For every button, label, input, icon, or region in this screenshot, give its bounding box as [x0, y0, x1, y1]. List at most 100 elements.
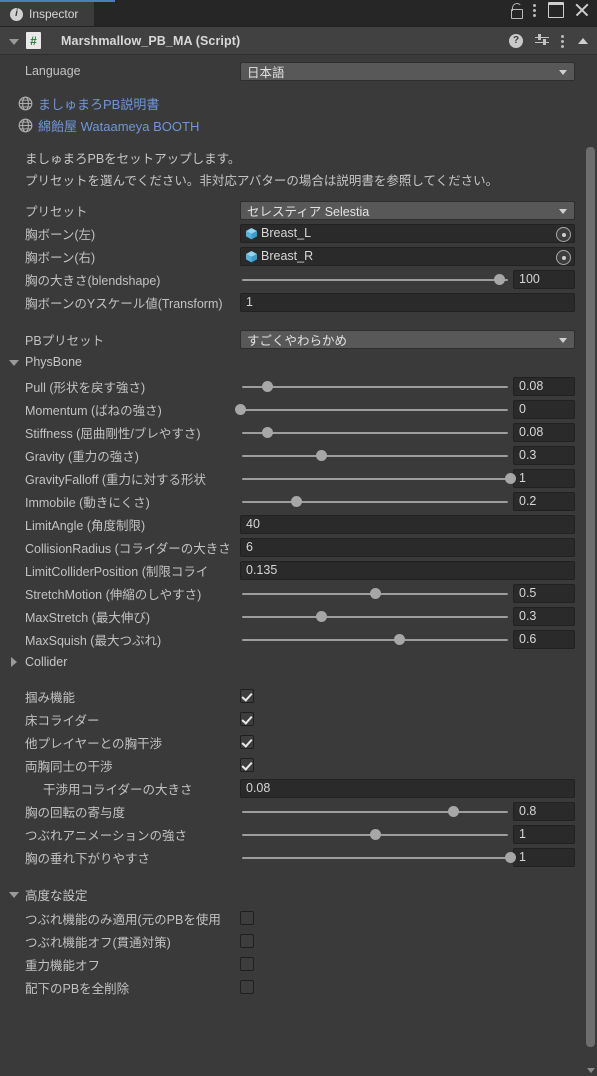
preset-icon[interactable] [535, 34, 549, 48]
physbone-foldout-arrow[interactable] [8, 356, 20, 368]
row-pb-preset: PBプリセット すごくやわらかめ [0, 329, 597, 349]
feature-toggle-checkbox[interactable] [240, 758, 254, 772]
physbone-param-value[interactable]: 0.3 [513, 445, 575, 465]
physbone-param-label: GravityFalloff (重力に対する形状 [25, 472, 207, 487]
advanced-toggle-checkbox[interactable] [240, 980, 254, 994]
pb-preset-dropdown[interactable]: すごくやわらかめ [240, 329, 575, 349]
slider-knob[interactable] [393, 633, 405, 645]
language-dropdown[interactable]: 日本語 [240, 61, 575, 81]
slider-track [242, 615, 508, 618]
slider-knob[interactable] [315, 610, 327, 622]
physbone-param-field[interactable]: 0.135 [240, 560, 575, 580]
advanced-toggle-checkbox[interactable] [240, 957, 254, 971]
slider-knob[interactable] [504, 851, 516, 863]
physbone-param-slider[interactable] [240, 469, 516, 488]
extra-param-label: 胸の回転の寄与度 [25, 805, 126, 820]
extra-param-slider[interactable] [240, 825, 510, 844]
scrollbar-thumb[interactable] [586, 147, 595, 1047]
collapse-arrow-icon[interactable] [577, 35, 589, 47]
physbone-param-value[interactable]: 0.08 [513, 376, 575, 396]
collider-foldout-arrow[interactable] [8, 656, 20, 668]
advanced-toggle-checkbox[interactable] [240, 934, 254, 948]
extra-param-slider[interactable] [240, 802, 510, 821]
physbone-param-slider[interactable] [240, 492, 510, 511]
slider-knob[interactable] [369, 828, 381, 840]
physbone-param-value[interactable]: 0.6 [513, 629, 575, 649]
physbone-param-value[interactable]: 0.08 [513, 422, 575, 442]
slider-knob[interactable] [369, 587, 381, 599]
row-physbone-param-11: MaxSquish (最大つぶれ) 0.6 [0, 629, 597, 649]
physbone-param-slider[interactable] [240, 630, 510, 649]
close-icon[interactable] [575, 3, 589, 17]
row-physbone-param-10: MaxStretch (最大伸び) 0.3 [0, 606, 597, 626]
physbone-param-value[interactable]: 1 [513, 468, 575, 488]
lock-icon[interactable] [510, 3, 523, 19]
breast-size-value[interactable]: 100 [513, 269, 575, 289]
physbone-param-value[interactable]: 0.3 [513, 606, 575, 626]
extra-param-slider[interactable] [240, 848, 516, 867]
component-header[interactable]: # Marshmallow_PB_MA (Script) ? [0, 27, 597, 55]
bone-yscale-field[interactable]: 1 [240, 292, 575, 312]
physbone-param-slider[interactable] [240, 446, 510, 465]
physbone-param-slider[interactable] [240, 607, 510, 626]
slider-knob[interactable] [234, 403, 246, 415]
section-physbone[interactable]: PhysBone [0, 352, 597, 372]
slider-knob[interactable] [447, 805, 459, 817]
component-foldout-arrow[interactable] [8, 35, 20, 47]
advanced-toggle-checkbox[interactable] [240, 911, 254, 925]
vertical-scrollbar[interactable] [584, 55, 597, 1076]
link-manual-label: ましゅまろPB説明書 [38, 96, 160, 112]
scroll-down-arrow-icon[interactable] [587, 1068, 595, 1073]
object-picker-icon[interactable] [556, 250, 571, 265]
physbone-param-value[interactable]: 0.2 [513, 491, 575, 511]
object-picker-icon[interactable] [556, 227, 571, 242]
physbone-param-field[interactable]: 6 [240, 537, 575, 557]
section-collider[interactable]: Collider [0, 652, 597, 672]
slider-knob[interactable] [291, 495, 303, 507]
physbone-param-value[interactable]: 0 [513, 399, 575, 419]
physbone-param-slider[interactable] [240, 584, 510, 603]
advanced-foldout-arrow[interactable] [8, 888, 20, 900]
slider-knob[interactable] [315, 449, 327, 461]
feature-toggle-checkbox[interactable] [240, 712, 254, 726]
bone-left-object-field[interactable]: Breast_L [240, 223, 575, 243]
globe-icon [18, 118, 33, 133]
link-booth[interactable]: 綿飴屋 Wataameya BOOTH [0, 114, 597, 136]
physbone-param-field[interactable]: 40 [240, 514, 575, 534]
chevron-down-icon [559, 337, 567, 343]
row-collider-size: 干渉用コライダーの大きさ 0.08 [0, 778, 597, 798]
help-icon[interactable]: ? [509, 33, 523, 48]
tab-inspector[interactable]: i Inspector [0, 2, 95, 26]
extra-param-value[interactable]: 1 [513, 847, 575, 867]
slider-knob[interactable] [504, 472, 516, 484]
slider-knob[interactable] [261, 380, 273, 392]
feature-toggle-checkbox[interactable] [240, 689, 254, 703]
kebab-menu-icon[interactable] [561, 34, 565, 48]
extra-param-value[interactable]: 1 [513, 824, 575, 844]
tab-inspector-label: Inspector [29, 7, 79, 21]
bone-right-object-field[interactable]: Breast_R [240, 246, 575, 266]
slider-track [242, 638, 508, 641]
section-advanced[interactable]: 高度な設定 [0, 884, 597, 904]
slider-knob[interactable] [493, 273, 505, 285]
link-manual[interactable]: ましゅまろPB説明書 [0, 92, 597, 114]
preset-dropdown[interactable]: セレスティア Selestia [240, 200, 575, 220]
kebab-menu-icon[interactable] [533, 3, 537, 17]
advanced-toggle-label: つぶれ機能オフ(貫通対策) [25, 935, 171, 950]
row-feature-toggle-3: 両胸同士の干渉 [0, 755, 597, 775]
feature-toggle-label: 他プレイヤーとの胸干渉 [25, 736, 163, 751]
extra-param-value[interactable]: 0.8 [513, 801, 575, 821]
physbone-param-slider[interactable] [240, 423, 510, 442]
slider-knob[interactable] [261, 426, 273, 438]
feature-toggle-checkbox[interactable] [240, 735, 254, 749]
physbone-param-slider[interactable] [234, 400, 510, 419]
collider-size-field[interactable]: 0.08 [240, 778, 575, 798]
physbone-param-slider[interactable] [240, 377, 510, 396]
slider-track [242, 454, 508, 457]
info-icon: i [10, 7, 23, 21]
bone-left-label: 胸ボーン(左) [25, 227, 96, 242]
breast-size-slider[interactable] [240, 270, 510, 289]
bone-left-value: Breast_L [261, 226, 312, 240]
maximize-icon[interactable] [548, 2, 564, 18]
physbone-param-value[interactable]: 0.5 [513, 583, 575, 603]
